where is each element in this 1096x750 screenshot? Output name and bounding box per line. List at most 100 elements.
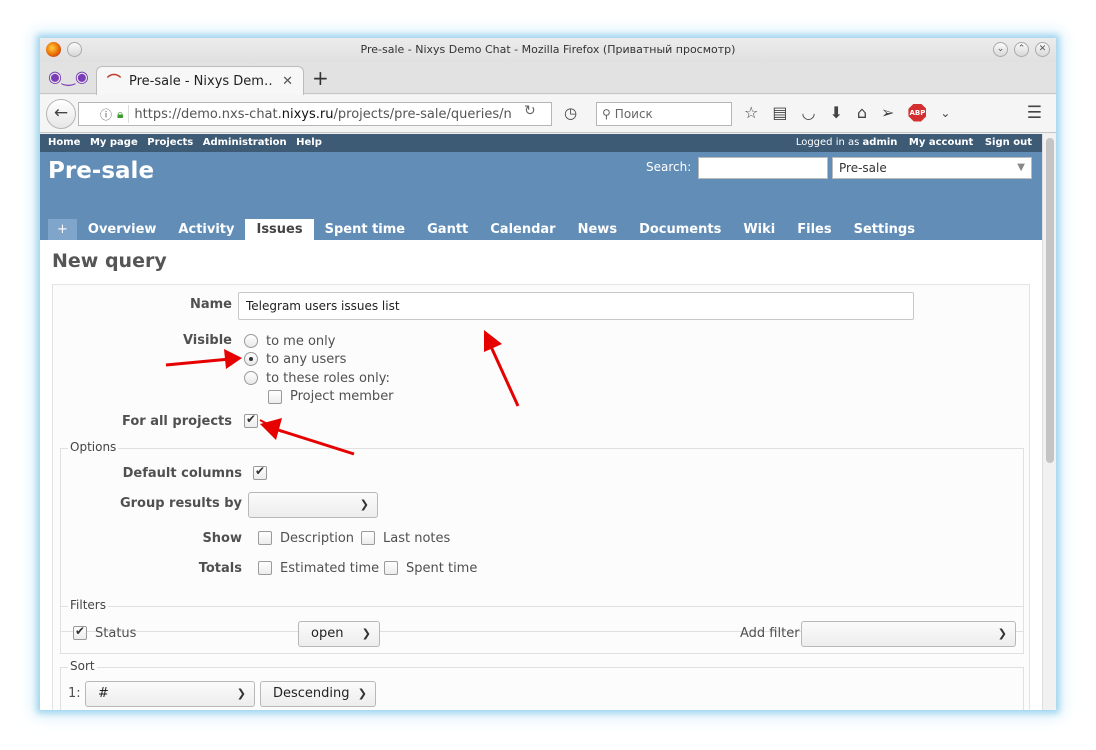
sort-row-index: 1: <box>68 686 81 701</box>
caret-down-icon: ▼ <box>1017 162 1025 173</box>
my-account-link[interactable]: My account <box>909 137 973 148</box>
firefox-logo-icon <box>46 42 61 57</box>
logged-in-user[interactable]: admin <box>863 137 898 148</box>
bookmark-star-icon[interactable]: ☆ <box>744 103 758 122</box>
topmenu-my-page[interactable]: My page <box>90 137 138 148</box>
window-titlebar: Pre-sale - Nixys Demo Chat - Mozilla Fir… <box>40 38 1056 62</box>
project-search-input[interactable] <box>698 157 828 179</box>
tab-spent-time[interactable]: Spent time <box>314 219 417 240</box>
browser-tab-label: Pre-sale - Nixys Dem… <box>129 73 275 89</box>
annotation-arrow-visible-icon <box>165 349 242 369</box>
url-bar[interactable]: ⓘ 🔒︎ https://demo.nxs-chat.nixys.ru/proj… <box>78 102 552 126</box>
filters-legend: Filters <box>68 598 108 612</box>
window-menu-icon[interactable] <box>67 42 82 57</box>
show-description-label: Description <box>280 531 355 546</box>
site-info-icon[interactable]: ⓘ <box>100 106 112 123</box>
maximize-icon[interactable]: ⌃ <box>1014 42 1029 57</box>
sort-direction-select[interactable]: Descending ❯ <box>260 681 376 707</box>
minimize-icon[interactable]: ⌄ <box>993 42 1008 57</box>
show-label: Show <box>202 531 242 546</box>
options-legend: Options <box>68 440 119 454</box>
sign-out-link[interactable]: Sign out <box>985 137 1032 148</box>
group-results-select[interactable]: ❯ <box>248 492 378 518</box>
tab-overview[interactable]: Overview <box>77 219 168 240</box>
reload-icon[interactable]: ↻ <box>524 103 536 119</box>
vertical-scrollbar[interactable] <box>1042 134 1056 710</box>
status-operator-select[interactable]: open ❯ <box>298 621 380 647</box>
send-icon[interactable]: ➢ <box>881 103 894 122</box>
tab-issues[interactable]: Issues <box>245 219 314 240</box>
scrollbar-thumb[interactable] <box>1046 138 1054 463</box>
tab-settings[interactable]: Settings <box>843 219 926 240</box>
new-tab-icon[interactable]: + <box>312 68 329 88</box>
window-title: Pre-sale - Nixys Demo Chat - Mozilla Fir… <box>360 43 736 56</box>
close-tab-icon[interactable]: ✕ <box>282 74 293 89</box>
tab-files[interactable]: Files <box>786 219 842 240</box>
project-jump-select[interactable]: Pre-sale ▼ <box>832 157 1032 179</box>
back-arrow-icon[interactable]: ← <box>46 99 76 129</box>
project-title: Pre-sale <box>48 158 155 184</box>
search-label: Search: <box>646 160 692 174</box>
visible-any-users-label: to any users <box>266 352 347 367</box>
tab-wiki[interactable]: Wiki <box>732 219 786 240</box>
default-columns-label: Default columns <box>122 466 242 481</box>
tab-calendar[interactable]: Calendar <box>479 219 566 240</box>
annotation-arrow-name-icon <box>484 330 520 407</box>
top-menu: Home My page Projects Administration Hel… <box>40 134 1042 152</box>
page-content: Home My page Projects Administration Hel… <box>40 134 1042 710</box>
topmenu-help[interactable]: Help <box>296 137 322 148</box>
url-text: https://demo.nxs-chat.nixys.ru/projects/… <box>134 106 512 122</box>
visible-any-users-radio[interactable] <box>244 352 258 366</box>
add-filter-label: Add filter <box>740 626 800 641</box>
tab-documents[interactable]: Documents <box>628 219 732 240</box>
topmenu-home[interactable]: Home <box>48 137 80 148</box>
chevron-down-icon: ❯ <box>997 627 1007 640</box>
browser-search-input[interactable]: ⚲ Поиск <box>596 102 732 126</box>
adblock-icon[interactable]: ABP <box>908 103 927 122</box>
home-icon[interactable]: ⌂ <box>857 103 867 122</box>
chevron-down-icon: ❯ <box>357 687 367 700</box>
role-project-member-checkbox[interactable] <box>268 390 282 404</box>
lock-icon: 🔒︎ <box>117 106 124 121</box>
page-title: New query <box>52 250 167 272</box>
topmenu-projects[interactable]: Projects <box>147 137 193 148</box>
project-header: Pre-sale Search: Pre-sale ▼ + Overview A… <box>40 152 1042 240</box>
chevron-down-icon: ❯ <box>359 498 369 511</box>
project-tabs: + Overview Activity Issues Spent time Ga… <box>48 219 926 240</box>
visible-roles-radio[interactable] <box>244 371 258 385</box>
tab-news[interactable]: News <box>567 219 628 240</box>
tab-new-object[interactable]: + <box>48 219 77 240</box>
pocket-icon[interactable]: ◡ <box>801 103 815 122</box>
add-filter-select[interactable]: ❯ <box>801 621 1016 647</box>
query-name-input[interactable]: Telegram users issues list <box>238 292 914 320</box>
chevron-down-icon[interactable]: ⌄ <box>940 106 950 120</box>
private-browsing-mask-icon: ◉‿◉ <box>48 67 89 86</box>
visible-roles-label: to these roles only: <box>266 371 390 386</box>
totals-spent-checkbox[interactable] <box>384 561 398 575</box>
magnifier-icon: ⚲ <box>602 107 611 121</box>
show-last-notes-label: Last notes <box>383 531 451 546</box>
download-icon[interactable]: ⬇ <box>829 103 842 122</box>
hamburger-menu-icon[interactable]: ☰ <box>1027 103 1042 123</box>
tab-gantt[interactable]: Gantt <box>416 219 479 240</box>
status-filter-checkbox[interactable] <box>73 624 87 640</box>
show-description-checkbox[interactable] <box>258 531 272 545</box>
for-all-projects-label: For all projects <box>121 414 232 429</box>
show-last-notes-checkbox[interactable] <box>361 531 375 545</box>
browser-tab[interactable]: ⌒ Pre-sale - Nixys Dem… ✕ <box>96 66 304 95</box>
tab-activity[interactable]: Activity <box>167 219 245 240</box>
totals-spent-label: Spent time <box>406 561 478 576</box>
totals-estimated-checkbox[interactable] <box>258 561 272 575</box>
topmenu-administration[interactable]: Administration <box>203 137 287 148</box>
default-columns-checkbox[interactable] <box>253 464 267 480</box>
visible-me-only-radio[interactable] <box>244 334 258 348</box>
sort-field-select[interactable]: # ❯ <box>85 681 255 707</box>
annotation-arrow-projects-small-icon <box>259 419 283 433</box>
reading-list-icon[interactable]: ▤ <box>772 103 787 122</box>
name-label: Name <box>189 297 232 312</box>
close-window-icon[interactable]: ✕ <box>1035 42 1050 57</box>
history-clock-icon[interactable]: ◷ <box>564 104 577 122</box>
tab-strip: ◉‿◉ ⌒ Pre-sale - Nixys Dem… ✕ + <box>40 62 1056 95</box>
status-filter-label: Status <box>95 626 137 641</box>
totals-label: Totals <box>198 561 242 576</box>
